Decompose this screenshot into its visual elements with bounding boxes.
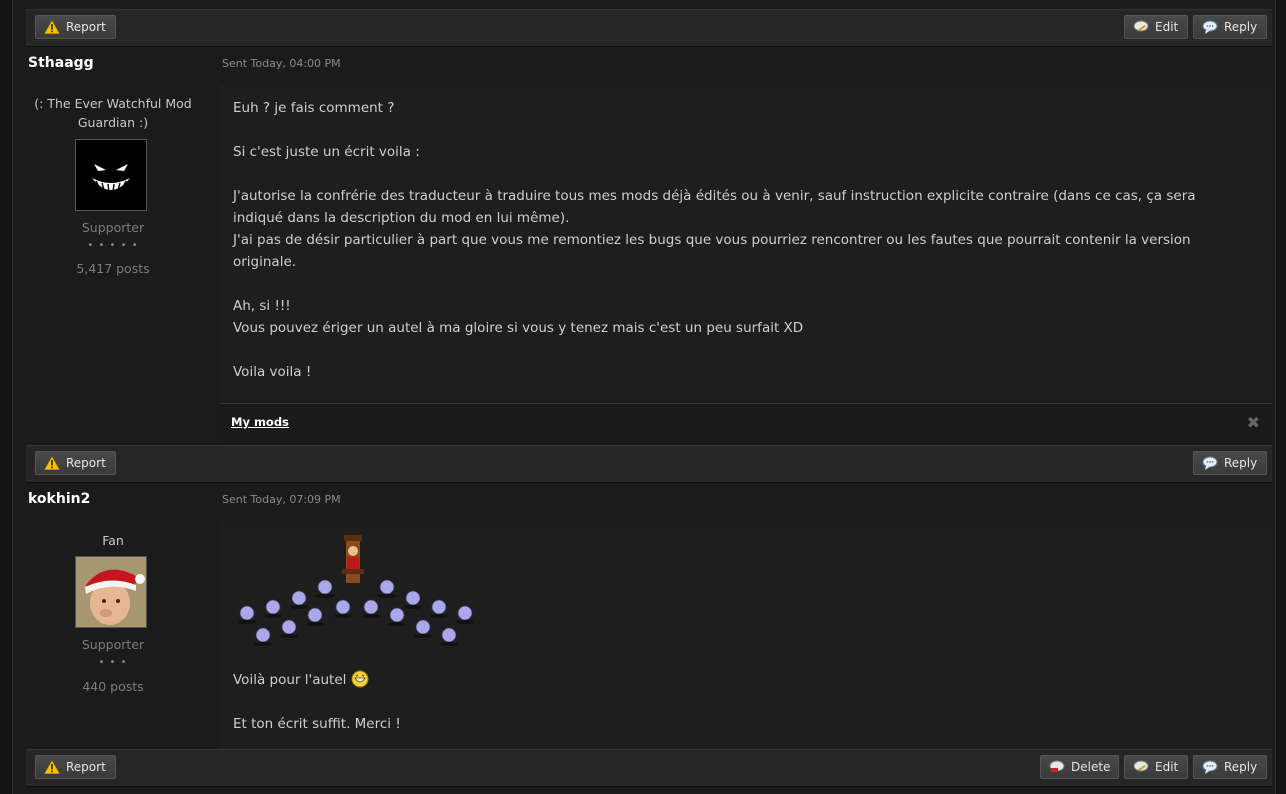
- reply-button[interactable]: Reply: [1193, 451, 1267, 475]
- member-group: Supporter: [81, 637, 145, 652]
- grin-avatar-image: [92, 164, 130, 193]
- warning-icon: [44, 760, 60, 774]
- author-name[interactable]: Sthaagg: [28, 55, 94, 71]
- post-action-bar-top: Report Edit Reply: [26, 9, 1272, 47]
- throne-figure: [342, 535, 364, 583]
- post-line: Voila voila !: [233, 364, 312, 380]
- edit-button[interactable]: Edit: [1124, 755, 1188, 779]
- post-line: J'autorise la confrérie des traducteur à…: [233, 188, 1196, 226]
- post-line-text: Voilà pour l'autel: [233, 672, 347, 688]
- member-group: Supporter: [81, 220, 145, 235]
- post-line-blank: [233, 163, 1243, 185]
- edit-button[interactable]: Edit: [1124, 15, 1188, 39]
- post-content: Euh ? je fais comment ? Si c'est juste u…: [233, 97, 1243, 383]
- post-timestamp: Sent Today, 04:00 PM: [222, 57, 341, 70]
- post-line: Et ton écrit suffit. Merci !: [233, 716, 401, 732]
- post-line-blank: [233, 273, 1243, 295]
- reply-button[interactable]: Reply: [1193, 755, 1267, 779]
- author-name[interactable]: kokhin2: [28, 491, 90, 507]
- speech-bubble-icon: [1202, 20, 1218, 34]
- warning-icon: [44, 456, 60, 470]
- report-label: Report: [66, 760, 106, 774]
- reply-label: Reply: [1224, 20, 1258, 34]
- member-title: Fan: [102, 533, 124, 548]
- delete-button[interactable]: Delete: [1040, 755, 1119, 779]
- post-timestamp: Sent Today, 07:09 PM: [222, 493, 341, 506]
- post-kokhin2: kokhin2 Fan Supporter • • • 440 posts Se…: [26, 481, 1272, 749]
- post-sthaagg: Sthaagg (: The Ever Watchful Mod Guardia…: [26, 45, 1272, 446]
- post-line: Euh ? je fais comment ?: [233, 100, 395, 116]
- report-button[interactable]: Report: [35, 451, 116, 475]
- post-content: Voilà pour l'autel Et ton écrit suffit. …: [233, 669, 1243, 735]
- post-line-blank: [233, 339, 1243, 361]
- santa-baby-avatar-image: [76, 557, 146, 627]
- laugh-emoticon-icon: [351, 670, 369, 688]
- avatar[interactable]: [75, 139, 147, 211]
- signature-link[interactable]: My mods: [231, 415, 289, 429]
- member-title: (: The Ever Watchful Mod Guardian :): [34, 96, 192, 130]
- report-label: Report: [66, 20, 106, 34]
- warning-icon: [44, 20, 60, 34]
- post-line: Ah, si !!!: [233, 298, 291, 314]
- post-count[interactable]: 440 posts: [26, 679, 200, 694]
- edit-icon: [1133, 760, 1149, 772]
- delete-label: Delete: [1071, 760, 1111, 774]
- report-button[interactable]: Report: [35, 755, 116, 779]
- post-line: Vous pouvez ériger un autel à ma gloire …: [233, 320, 804, 336]
- avatar[interactable]: [75, 556, 147, 628]
- edit-icon: [1133, 20, 1149, 32]
- post-action-bar: Report Reply: [26, 445, 1272, 483]
- reply-label: Reply: [1224, 456, 1258, 470]
- close-signature-icon[interactable]: ✖: [1247, 413, 1260, 432]
- speech-bubble-icon: [1202, 760, 1218, 774]
- post-line-blank: [233, 119, 1243, 141]
- signature: My mods ✖: [220, 403, 1272, 446]
- rank-pips: • • • • •: [87, 240, 139, 251]
- post-action-bar: Report Delete Edit Reply: [26, 749, 1272, 787]
- post-line: J'ai pas de désir particulier à part que…: [233, 232, 1191, 270]
- post-count[interactable]: 5,417 posts: [26, 261, 200, 276]
- report-label: Report: [66, 456, 106, 470]
- altar-worship-image: [238, 535, 474, 646]
- delete-icon: [1049, 760, 1065, 772]
- rank-pips: • • •: [98, 657, 128, 668]
- worshipper-figures: [239, 579, 473, 643]
- edit-label: Edit: [1155, 20, 1179, 34]
- post-line: Voilà pour l'autel: [233, 669, 1243, 691]
- speech-bubble-icon: [1202, 456, 1218, 470]
- report-button[interactable]: Report: [35, 15, 116, 39]
- post-line: Si c'est juste un écrit voila :: [233, 144, 420, 160]
- reply-button[interactable]: Reply: [1193, 15, 1267, 39]
- edit-label: Edit: [1155, 760, 1179, 774]
- reply-label: Reply: [1224, 760, 1258, 774]
- post-line-blank: [233, 691, 1243, 713]
